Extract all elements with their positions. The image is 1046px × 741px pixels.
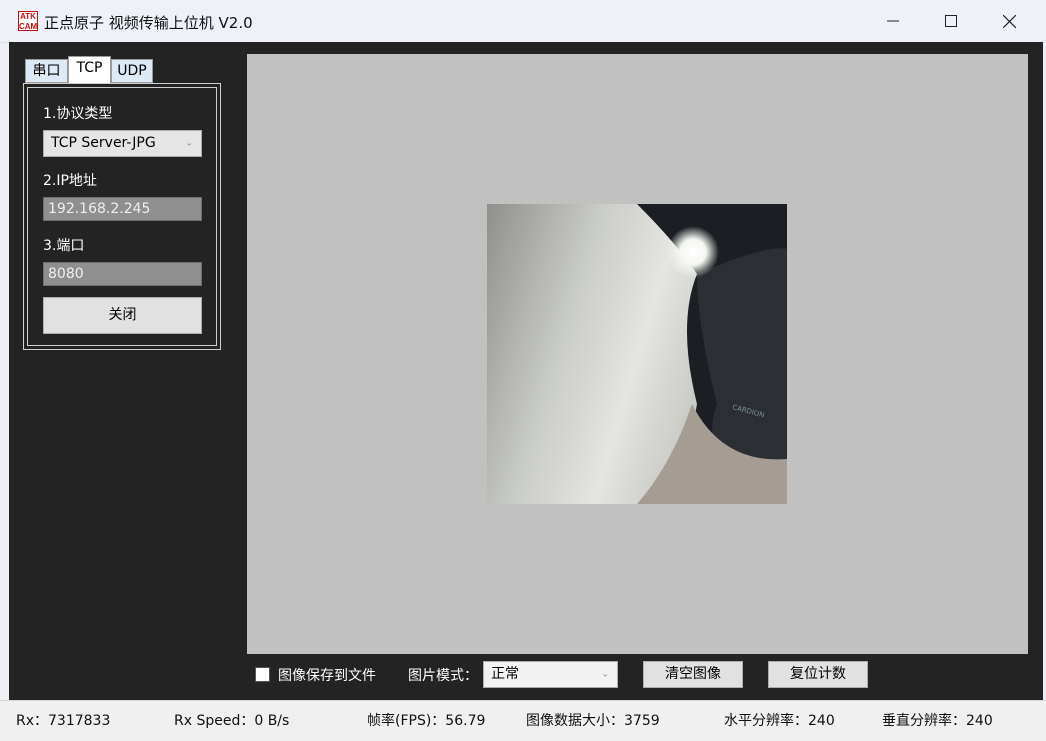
client-area: 串口 TCP UDP 1.协议类型 TCP Server-JPG ⌄ 2.IP地… [9,42,1043,700]
image-preview-area: CARDION [247,54,1028,654]
minimize-button[interactable] [864,0,922,42]
tab-tcp[interactable]: TCP [68,56,111,83]
reset-count-button[interactable]: 复位计数 [768,661,868,688]
close-connection-button[interactable]: 关闭 [43,297,202,334]
camera-frame-picture: CARDION [487,204,787,504]
title-bar: ATK CAM 正点原子 视频传输上位机 V2.0 [0,0,1046,43]
maximize-icon [945,15,957,27]
status-bar: Rx：7317833 Rx Speed：0 B/s 帧率(FPS)：56.79 … [0,700,1046,741]
save-to-file-checkbox[interactable] [255,667,270,682]
horizontal-resolution: 水平分辨率：240 [724,713,835,729]
window-title: 正点原子 视频传输上位机 V2.0 [44,14,253,32]
protocol-select[interactable]: TCP Server-JPG ⌄ [43,130,202,157]
maximize-button[interactable] [922,0,980,42]
minimize-icon [887,20,899,22]
rx-count: Rx：7317833 [16,713,111,729]
chevron-down-icon: ⌄ [601,669,609,679]
chevron-down-icon: ⌄ [185,138,193,148]
close-icon [1002,14,1016,28]
ip-field[interactable]: 192.168.2.245 [43,197,202,221]
protocol-value: TCP Server-JPG [51,135,156,151]
fps-readout: 帧率(FPS)：56.79 [367,713,486,729]
tab-serial[interactable]: 串口 [25,59,68,83]
image-mode-value: 正常 [491,666,519,682]
vertical-resolution: 垂直分辨率：240 [882,713,993,729]
image-mode-label: 图片模式： [408,668,478,684]
image-size-readout: 图像数据大小：3759 [526,713,660,729]
port-label: 3.端口 [43,238,85,254]
clear-image-button[interactable]: 清空图像 [643,661,743,688]
protocol-label: 1.协议类型 [43,106,113,122]
ip-label: 2.IP地址 [43,173,97,189]
rx-speed: Rx Speed：0 B/s [174,713,290,729]
save-to-file-label: 图像保存到文件 [278,668,376,684]
connection-panel: 1.协议类型 TCP Server-JPG ⌄ 2.IP地址 192.168.2… [23,83,221,350]
connection-panel-inner: 1.协议类型 TCP Server-JPG ⌄ 2.IP地址 192.168.2… [27,87,217,346]
close-window-button[interactable] [980,0,1038,42]
camera-image: CARDION [487,204,787,504]
port-field[interactable]: 8080 [43,262,202,286]
app-logo-icon: ATK CAM [18,11,38,31]
image-mode-select[interactable]: 正常 ⌄ [483,661,618,688]
tab-udp[interactable]: UDP [111,59,153,83]
